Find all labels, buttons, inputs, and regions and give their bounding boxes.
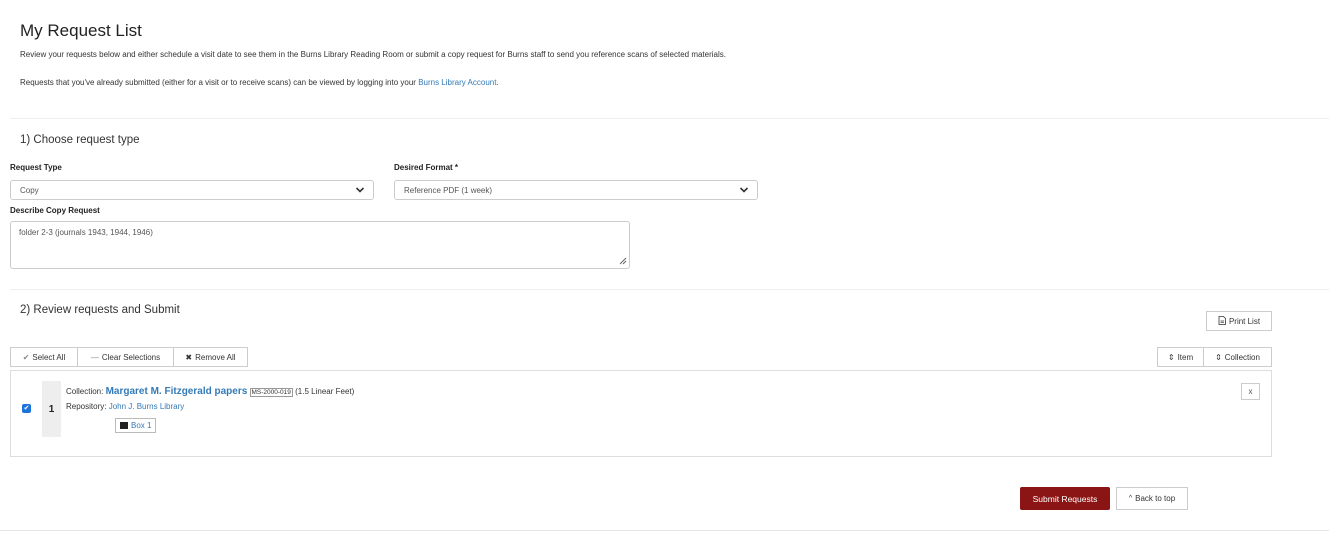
describe-copy-textarea[interactable]: folder 2-3 (journals 1943, 1944, 1946) [10,221,630,269]
minus-icon: — [90,352,99,362]
desired-format-select[interactable]: Reference PDF (1 week) [394,180,758,200]
sort-item-label: Item [1177,352,1194,362]
repository-link[interactable]: John J. Burns Library [109,402,185,411]
remove-all-button[interactable]: ✖ Remove All [173,347,248,367]
remove-all-label: Remove All [195,352,236,362]
container-label: Box 1 [131,421,152,430]
submit-requests-button[interactable]: Submit Requests [1020,487,1110,510]
describe-copy-label: Describe Copy Request [10,206,100,215]
back-to-top-button[interactable]: ^ Back to top [1116,487,1188,510]
clear-selections-label: Clear Selections [101,352,161,362]
section-divider [10,118,1329,119]
desired-format-value: Reference PDF (1 week) [404,186,493,195]
request-type-value: Copy [20,186,39,195]
intro-text: Review your requests below and either sc… [20,50,726,59]
print-list-label: Print List [1228,316,1261,326]
footer-divider [0,530,1329,531]
burns-account-link[interactable]: Burns Library Account [418,78,496,87]
section-divider [10,289,1329,290]
select-all-button[interactable]: ✔ Select All [10,347,78,367]
select-all-label: Select All [32,352,66,362]
chevron-down-icon [739,184,749,200]
request-type-select[interactable]: Copy [10,180,374,200]
collection-identifier-badge: MS-2000-019 [249,388,293,397]
clear-selections-button[interactable]: — Clear Selections [77,347,174,367]
step-1-heading: 1) Choose request type [20,134,140,146]
page-title: My Request List [20,21,142,40]
request-item-checkbox[interactable]: ✔ [22,404,31,413]
sort-icon: ⇕ [1215,352,1222,362]
step-2-heading: 2) Review requests and Submit [20,304,180,316]
collection-line: Collection: Margaret M. Fitzgerald paper… [66,386,354,397]
request-item-panel: ✔ 1 Collection: Margaret M. Fitzgerald p… [10,370,1272,457]
archive-box-icon [120,422,128,429]
desired-format-label: Desired Format * [394,163,459,172]
container-box-link[interactable]: Box 1 [115,418,157,433]
account-text-prefix: Requests that you've already submitted (… [20,78,419,87]
print-list-button[interactable]: Print List [1206,311,1272,331]
describe-copy-value: folder 2-3 (journals 1943, 1944, 1946) [19,228,153,237]
repository-line: Repository: John J. Burns Library [66,402,184,411]
account-text: Requests that you've already submitted (… [20,78,499,87]
repository-label: Repository: [66,402,109,411]
chevron-up-icon: ^ [1128,495,1133,502]
collection-label: Collection: [66,387,106,396]
resize-handle-icon[interactable] [619,257,627,267]
remove-item-button[interactable]: x [1241,383,1260,400]
back-to-top-label: Back to top [1135,494,1176,503]
request-item-number: 1 [42,381,61,437]
sort-collection-label: Collection [1224,352,1260,362]
times-icon: ✖ [185,352,193,362]
sort-item-button[interactable]: ⇕ Item [1157,347,1204,367]
sort-icon: ⇕ [1167,352,1175,362]
sort-collection-button[interactable]: ⇕ Collection [1203,347,1272,367]
collection-title-link[interactable]: Margaret M. Fitzgerald papers [106,386,248,397]
print-icon [1218,315,1226,327]
account-text-suffix: . [496,78,499,87]
check-icon: ✔ [22,352,30,362]
request-type-label: Request Type [10,163,62,172]
collection-extent: (1.5 Linear Feet) [295,387,355,396]
chevron-down-icon [355,184,365,200]
